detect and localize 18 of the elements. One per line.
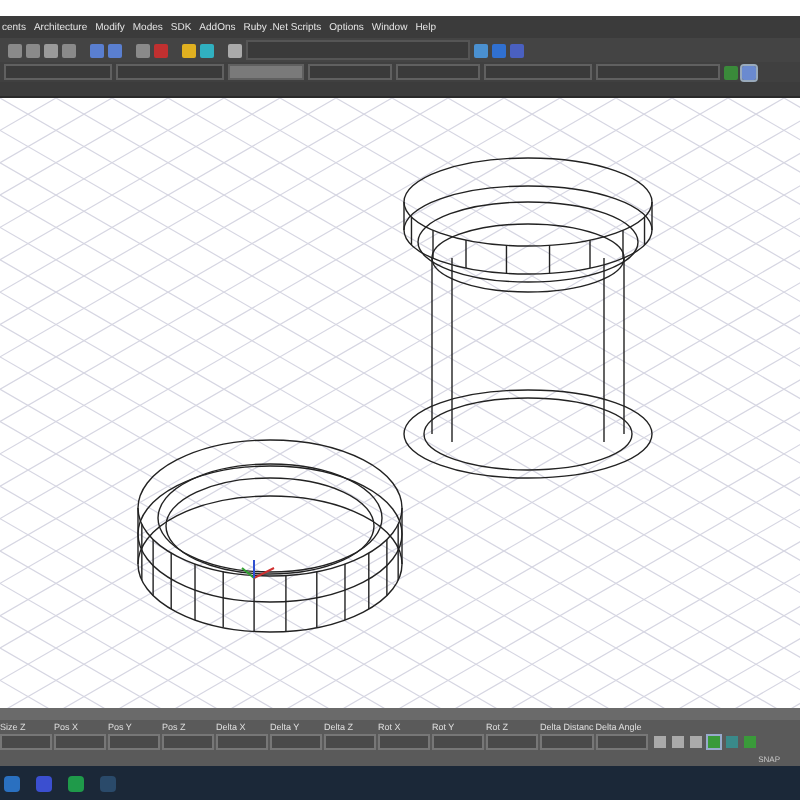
input-field[interactable] xyxy=(270,734,322,750)
input-field[interactable] xyxy=(324,734,376,750)
input-field[interactable] xyxy=(216,734,268,750)
input-field[interactable] xyxy=(54,734,106,750)
input-field[interactable] xyxy=(432,734,484,750)
dropdown[interactable] xyxy=(596,64,720,80)
dropdown[interactable] xyxy=(396,64,480,80)
input-field[interactable] xyxy=(162,734,214,750)
dropdown[interactable] xyxy=(484,64,592,80)
input-field[interactable] xyxy=(108,734,160,750)
dropdown[interactable] xyxy=(4,64,112,80)
input-field[interactable] xyxy=(595,734,648,750)
dropdown[interactable] xyxy=(308,64,392,80)
input-field[interactable] xyxy=(378,734,430,750)
input-field[interactable] xyxy=(540,734,594,750)
axis-icon xyxy=(241,559,275,579)
input-field[interactable] xyxy=(0,734,52,750)
input-field[interactable] xyxy=(486,734,538,750)
